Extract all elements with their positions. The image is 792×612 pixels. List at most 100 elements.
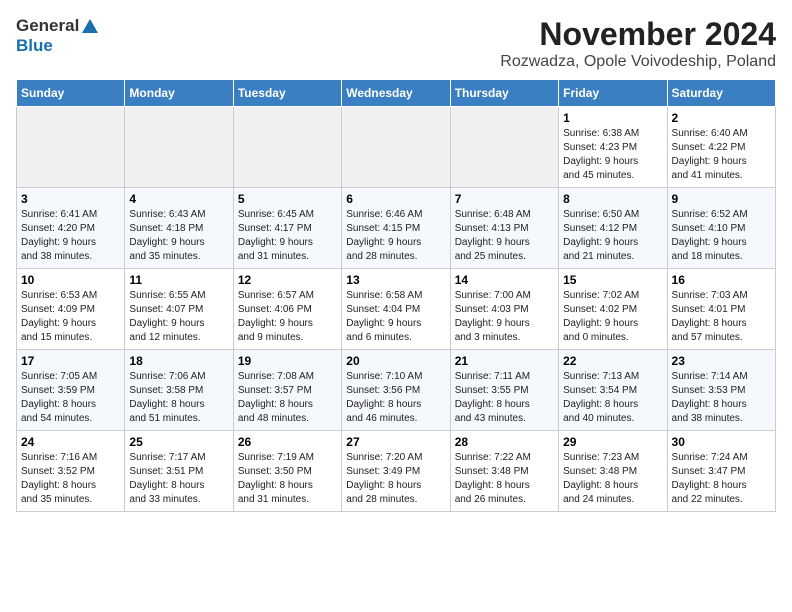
day-number: 30: [672, 435, 771, 449]
calendar-cell: 15 Sunrise: 7:02 AM Sunset: 4:02 PM Dayli…: [559, 269, 667, 350]
day-info: Sunrise: 7:19 AM Sunset: 3:50 PM Dayligh…: [238, 451, 337, 507]
weekday-header-wednesday: Wednesday: [342, 80, 450, 107]
day-number: 6: [346, 192, 445, 206]
day-number: 22: [563, 354, 662, 368]
day-info: Sunrise: 6:53 AM Sunset: 4:09 PM Dayligh…: [21, 289, 120, 345]
calendar-cell: 17Sunrise: 7:05 AM Sunset: 3:59 PM Dayli…: [17, 350, 125, 431]
calendar-header: SundayMondayTuesdayWednesdayThursdayFrid…: [17, 80, 776, 107]
day-info: Sunrise: 7:17 AM Sunset: 3:51 PM Dayligh…: [129, 451, 228, 507]
logo-general-text: General: [16, 16, 79, 36]
day-info: Sunrise: 7:08 AM Sunset: 3:57 PM Dayligh…: [238, 370, 337, 426]
calendar-week-1: 1 Sunrise: 6:38 AM Sunset: 4:23 PM Daylig…: [17, 107, 776, 188]
calendar-week-5: 24 Sunrise: 7:16 AM Sunset: 3:52 PM Dayli…: [17, 431, 776, 512]
day-number: 1: [563, 111, 662, 125]
calendar-cell: 4 Sunrise: 6:43 AM Sunset: 4:18 PM Daylig…: [125, 188, 233, 269]
day-number: 14: [455, 273, 554, 287]
page-header: General Blue November 2024 Rozwadza, Opo…: [16, 16, 776, 71]
day-info: Sunrise: 6:46 AM Sunset: 4:15 PM Dayligh…: [346, 208, 445, 264]
day-info: Sunrise: 7:24 AM Sunset: 3:47 PM Dayligh…: [672, 451, 771, 507]
calendar-cell: [342, 107, 450, 188]
calendar-cell: 10 Sunrise: 6:53 AM Sunset: 4:09 PM Dayli…: [17, 269, 125, 350]
day-info: Sunrise: 6:57 AM Sunset: 4:06 PM Dayligh…: [238, 289, 337, 345]
calendar-table: SundayMondayTuesdayWednesdayThursdayFrid…: [16, 79, 776, 512]
day-info: Sunrise: 6:50 AM Sunset: 4:12 PM Dayligh…: [563, 208, 662, 264]
calendar-cell: 23 Sunrise: 7:14 AM Sunset: 3:53 PM Dayli…: [667, 350, 775, 431]
day-info: Sunrise: 7:11 AM Sunset: 3:55 PM Dayligh…: [455, 370, 554, 426]
calendar-cell: [233, 107, 341, 188]
calendar-cell: 6 Sunrise: 6:46 AM Sunset: 4:15 PM Daylig…: [342, 188, 450, 269]
day-number: 18: [129, 354, 228, 368]
day-number: 10: [21, 273, 120, 287]
day-info: Sunrise: 7:14 AM Sunset: 3:53 PM Dayligh…: [672, 370, 771, 426]
calendar-cell: 13Sunrise: 6:58 AM Sunset: 4:04 PM Dayli…: [342, 269, 450, 350]
day-number: 29: [563, 435, 662, 449]
day-info: Sunrise: 7:00 AM Sunset: 4:03 PM Dayligh…: [455, 289, 554, 345]
calendar-body: 1 Sunrise: 6:38 AM Sunset: 4:23 PM Daylig…: [17, 107, 776, 512]
calendar-cell: 24 Sunrise: 7:16 AM Sunset: 3:52 PM Dayli…: [17, 431, 125, 512]
title-block: November 2024 Rozwadza, Opole Voivodeshi…: [500, 16, 776, 71]
day-number: 23: [672, 354, 771, 368]
day-number: 27: [346, 435, 445, 449]
day-info: Sunrise: 7:23 AM Sunset: 3:48 PM Dayligh…: [563, 451, 662, 507]
day-number: 2: [672, 111, 771, 125]
day-info: Sunrise: 6:45 AM Sunset: 4:17 PM Dayligh…: [238, 208, 337, 264]
calendar-cell: 28 Sunrise: 7:22 AM Sunset: 3:48 PM Dayli…: [450, 431, 558, 512]
day-info: Sunrise: 7:13 AM Sunset: 3:54 PM Dayligh…: [563, 370, 662, 426]
day-info: Sunrise: 7:10 AM Sunset: 3:56 PM Dayligh…: [346, 370, 445, 426]
day-info: Sunrise: 7:06 AM Sunset: 3:58 PM Dayligh…: [129, 370, 228, 426]
day-info: Sunrise: 7:03 AM Sunset: 4:01 PM Dayligh…: [672, 289, 771, 345]
calendar-subtitle: Rozwadza, Opole Voivodeship, Poland: [500, 53, 776, 71]
calendar-cell: 16 Sunrise: 7:03 AM Sunset: 4:01 PM Dayli…: [667, 269, 775, 350]
calendar-cell: 11Sunrise: 6:55 AM Sunset: 4:07 PM Dayli…: [125, 269, 233, 350]
day-number: 17: [21, 354, 120, 368]
calendar-cell: 26Sunrise: 7:19 AM Sunset: 3:50 PM Dayli…: [233, 431, 341, 512]
calendar-cell: 30 Sunrise: 7:24 AM Sunset: 3:47 PM Dayli…: [667, 431, 775, 512]
calendar-cell: 14 Sunrise: 7:00 AM Sunset: 4:03 PM Dayli…: [450, 269, 558, 350]
day-info: Sunrise: 6:48 AM Sunset: 4:13 PM Dayligh…: [455, 208, 554, 264]
day-number: 25: [129, 435, 228, 449]
weekday-header-monday: Monday: [125, 80, 233, 107]
day-info: Sunrise: 6:41 AM Sunset: 4:20 PM Dayligh…: [21, 208, 120, 264]
day-number: 5: [238, 192, 337, 206]
day-number: 28: [455, 435, 554, 449]
calendar-cell: 27 Sunrise: 7:20 AM Sunset: 3:49 PM Dayli…: [342, 431, 450, 512]
weekday-header-saturday: Saturday: [667, 80, 775, 107]
calendar-cell: 21 Sunrise: 7:11 AM Sunset: 3:55 PM Dayli…: [450, 350, 558, 431]
day-info: Sunrise: 7:02 AM Sunset: 4:02 PM Dayligh…: [563, 289, 662, 345]
weekday-header-friday: Friday: [559, 80, 667, 107]
day-info: Sunrise: 7:20 AM Sunset: 3:49 PM Dayligh…: [346, 451, 445, 507]
calendar-cell: 19 Sunrise: 7:08 AM Sunset: 3:57 PM Dayli…: [233, 350, 341, 431]
day-number: 3: [21, 192, 120, 206]
day-number: 16: [672, 273, 771, 287]
day-number: 21: [455, 354, 554, 368]
calendar-cell: 22 Sunrise: 7:13 AM Sunset: 3:54 PM Dayli…: [559, 350, 667, 431]
day-info: Sunrise: 6:52 AM Sunset: 4:10 PM Dayligh…: [672, 208, 771, 264]
day-number: 4: [129, 192, 228, 206]
day-number: 24: [21, 435, 120, 449]
calendar-cell: 9 Sunrise: 6:52 AM Sunset: 4:10 PM Daylig…: [667, 188, 775, 269]
day-number: 9: [672, 192, 771, 206]
day-number: 12: [238, 273, 337, 287]
calendar-cell: 2Sunrise: 6:40 AM Sunset: 4:22 PM Daylig…: [667, 107, 775, 188]
calendar-cell: 1 Sunrise: 6:38 AM Sunset: 4:23 PM Daylig…: [559, 107, 667, 188]
day-info: Sunrise: 7:22 AM Sunset: 3:48 PM Dayligh…: [455, 451, 554, 507]
logo-icon: [81, 17, 99, 35]
day-info: Sunrise: 6:58 AM Sunset: 4:04 PM Dayligh…: [346, 289, 445, 345]
calendar-week-2: 3 Sunrise: 6:41 AM Sunset: 4:20 PM Daylig…: [17, 188, 776, 269]
weekday-row: SundayMondayTuesdayWednesdayThursdayFrid…: [17, 80, 776, 107]
day-number: 8: [563, 192, 662, 206]
calendar-cell: 7Sunrise: 6:48 AM Sunset: 4:13 PM Daylig…: [450, 188, 558, 269]
weekday-header-tuesday: Tuesday: [233, 80, 341, 107]
calendar-week-3: 10 Sunrise: 6:53 AM Sunset: 4:09 PM Dayli…: [17, 269, 776, 350]
weekday-header-thursday: Thursday: [450, 80, 558, 107]
day-info: Sunrise: 6:38 AM Sunset: 4:23 PM Dayligh…: [563, 127, 662, 183]
day-info: Sunrise: 7:16 AM Sunset: 3:52 PM Dayligh…: [21, 451, 120, 507]
logo: General Blue: [16, 16, 99, 56]
calendar-cell: 8 Sunrise: 6:50 AM Sunset: 4:12 PM Daylig…: [559, 188, 667, 269]
weekday-header-sunday: Sunday: [17, 80, 125, 107]
day-number: 19: [238, 354, 337, 368]
day-number: 15: [563, 273, 662, 287]
calendar-cell: 18 Sunrise: 7:06 AM Sunset: 3:58 PM Dayli…: [125, 350, 233, 431]
day-info: Sunrise: 6:43 AM Sunset: 4:18 PM Dayligh…: [129, 208, 228, 264]
calendar-cell: 20Sunrise: 7:10 AM Sunset: 3:56 PM Dayli…: [342, 350, 450, 431]
